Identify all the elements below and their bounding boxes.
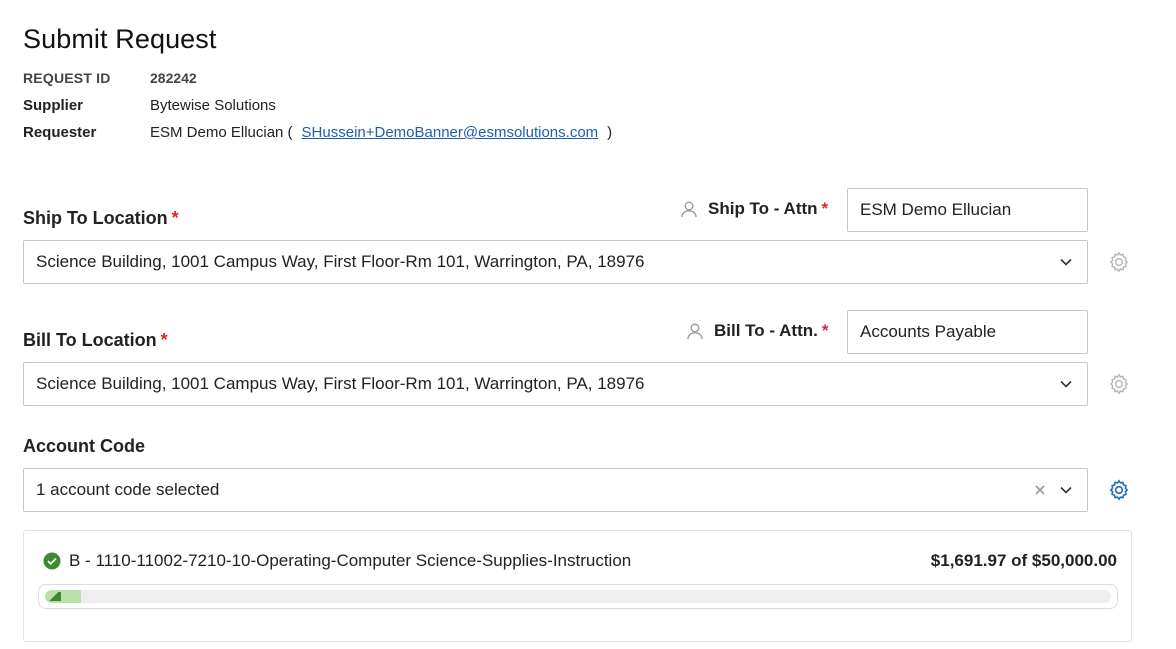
budget-progress-fill bbox=[45, 590, 82, 603]
bill-to-attn-label-text: Bill To - Attn. bbox=[714, 321, 818, 340]
required-marker: * bbox=[821, 199, 829, 218]
bill-to-attn-input[interactable]: Accounts Payable bbox=[847, 310, 1088, 354]
page-title: Submit Request bbox=[23, 24, 217, 54]
gear-icon[interactable] bbox=[1107, 478, 1131, 502]
requester-label: Requester bbox=[23, 124, 97, 141]
bill-to-location-label: Bill To Location * bbox=[23, 330, 168, 351]
account-code-select[interactable]: 1 account code selected bbox=[23, 468, 1088, 512]
bill-to-location-value: Science Building, 1001 Campus Way, First… bbox=[36, 374, 645, 393]
person-icon bbox=[681, 201, 697, 218]
request-id-row: REQUEST ID 282242 bbox=[23, 70, 197, 86]
request-id-label: REQUEST ID bbox=[23, 70, 111, 86]
ship-to-attn-label: Ship To - Attn * bbox=[680, 199, 828, 219]
required-marker: * bbox=[821, 321, 829, 340]
bill-to-location-label-text: Bill To Location bbox=[23, 330, 157, 350]
ship-to-location-label: Ship To Location * bbox=[23, 208, 179, 229]
account-code-label: Account Code bbox=[23, 436, 146, 456]
ship-to-location-select[interactable]: Science Building, 1001 Campus Way, First… bbox=[23, 240, 1088, 284]
budget-progress-track bbox=[45, 590, 1111, 603]
chevron-down-icon[interactable] bbox=[1059, 255, 1073, 269]
account-code-item: B - 1110-11002-7210-10-Operating-Compute… bbox=[43, 551, 1117, 571]
budget-progress-bar bbox=[38, 584, 1118, 609]
chevron-down-icon[interactable] bbox=[1059, 377, 1073, 391]
account-code-name: B - 1110-11002-7210-10-Operating-Compute… bbox=[69, 551, 632, 570]
request-id-value: 282242 bbox=[150, 70, 197, 86]
supplier-value: Bytewise Solutions bbox=[150, 97, 276, 114]
requester-email-link[interactable]: SHussein+DemoBanner@esmsolutions.com bbox=[302, 124, 599, 141]
supplier-row: Supplier Bytewise Solutions bbox=[23, 97, 276, 114]
required-marker: * bbox=[160, 330, 168, 350]
requester-row: Requester ESM Demo Ellucian ( SHussein+D… bbox=[23, 124, 612, 141]
ship-to-attn-input[interactable]: ESM Demo Ellucian bbox=[847, 188, 1088, 232]
account-code-selected-text: 1 account code selected bbox=[36, 480, 220, 499]
ship-to-attn-label-text: Ship To - Attn bbox=[708, 199, 818, 218]
chevron-down-icon[interactable] bbox=[1059, 483, 1073, 497]
progress-stripe bbox=[49, 592, 61, 601]
gear-icon[interactable] bbox=[1107, 250, 1131, 274]
ship-to-location-value: Science Building, 1001 Campus Way, First… bbox=[36, 252, 645, 271]
person-icon bbox=[687, 323, 703, 340]
requester-name: ESM Demo Ellucian ( bbox=[150, 124, 293, 141]
check-circle-icon bbox=[43, 552, 61, 570]
requester-suffix: ) bbox=[607, 124, 613, 141]
ship-to-location-label-text: Ship To Location bbox=[23, 208, 168, 228]
supplier-label: Supplier bbox=[23, 97, 84, 114]
required-marker: * bbox=[171, 208, 179, 228]
bill-to-attn-label: Bill To - Attn. * bbox=[686, 321, 828, 341]
close-icon[interactable] bbox=[1033, 483, 1047, 497]
account-code-amount: $1,691.97 of $50,000.00 bbox=[930, 551, 1117, 570]
account-code-card: B - 1110-11002-7210-10-Operating-Compute… bbox=[23, 530, 1132, 642]
gear-icon[interactable] bbox=[1107, 372, 1131, 396]
bill-to-location-select[interactable]: Science Building, 1001 Campus Way, First… bbox=[23, 362, 1088, 406]
